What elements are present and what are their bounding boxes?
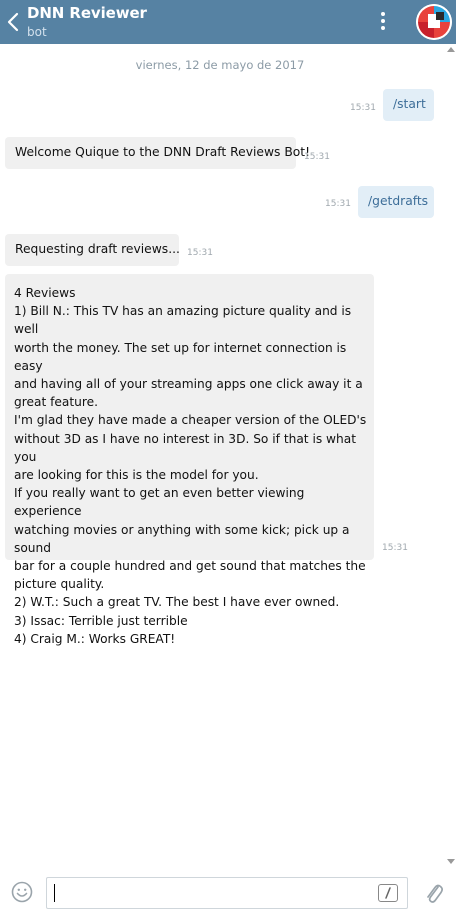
slash-command-icon (385, 887, 391, 899)
chat-subtitle: bot (27, 25, 47, 39)
kebab-dot (381, 26, 385, 30)
message-time: 15:31 (304, 152, 330, 162)
scroll-up-arrow-icon[interactable] (447, 47, 455, 52)
chat-window: DNN Reviewer bot viernes, 12 de mayo de … (0, 0, 456, 922)
chat-header: DNN Reviewer bot (0, 0, 456, 44)
message-text: Requesting draft reviews... (15, 242, 180, 256)
chevron-left-icon (7, 12, 19, 32)
more-options-button[interactable] (374, 10, 392, 36)
message-time: 15:31 (187, 248, 213, 258)
back-button[interactable] (4, 10, 24, 34)
message-text: /getdrafts (368, 194, 429, 208)
outgoing-message[interactable]: /start (383, 89, 434, 121)
avatar[interactable] (416, 4, 452, 40)
message-time: 15:31 (325, 199, 351, 209)
message-text: /start (393, 97, 426, 111)
bot-avatar-icon (416, 4, 452, 40)
message-time: 15:31 (350, 103, 376, 113)
emoji-button[interactable] (11, 881, 33, 903)
kebab-menu-icon (381, 12, 385, 16)
message-input[interactable] (46, 877, 408, 909)
message-list[interactable]: viernes, 12 de mayo de 2017 15:31 /start… (0, 44, 444, 867)
date-divider: viernes, 12 de mayo de 2017 (135, 58, 305, 72)
message-text: 4 Reviews 1) Bill N.: This TV has an ama… (14, 286, 367, 646)
incoming-message[interactable]: 4 Reviews 1) Bill N.: This TV has an ama… (5, 274, 374, 646)
scrollbar[interactable] (444, 44, 456, 867)
kebab-dot (381, 19, 385, 23)
paperclip-icon (427, 884, 443, 903)
incoming-message[interactable]: Requesting draft reviews... (5, 234, 180, 266)
text-caret (54, 884, 55, 902)
message-composer (0, 867, 456, 922)
message-text: Welcome Quique to the DNN Draft Reviews … (15, 145, 311, 159)
chat-title[interactable]: DNN Reviewer (27, 4, 147, 22)
outgoing-message[interactable]: /getdrafts (358, 186, 434, 218)
message-time: 15:31 (382, 543, 408, 553)
incoming-message[interactable]: Welcome Quique to the DNN Draft Reviews … (5, 137, 310, 169)
emoji-smile-icon (11, 881, 33, 903)
bot-command-button[interactable] (378, 884, 398, 902)
attach-button[interactable] (424, 880, 444, 906)
scroll-down-arrow-icon[interactable] (447, 859, 455, 864)
